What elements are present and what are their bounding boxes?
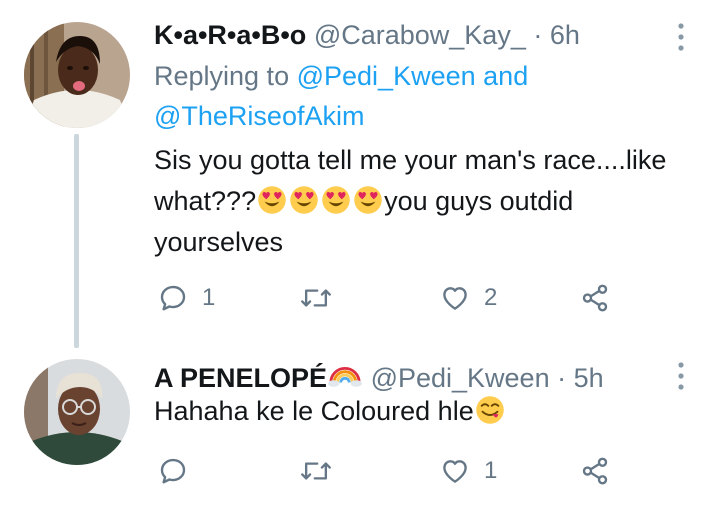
avatar[interactable]: [24, 359, 130, 465]
display-name[interactable]: A PENELOPÉ: [154, 363, 327, 393]
user-handle[interactable]: @Pedi_Kween: [371, 363, 550, 393]
heart-eyes-emoji: [289, 185, 319, 215]
tweet[interactable]: A PENELOPÉ @Pedi_Kween · 5h Hahaha ke le…: [0, 345, 720, 510]
emoji-run: [256, 186, 384, 216]
reply-icon: [160, 285, 186, 311]
tweet-header: K•a•R•a•B•o @Carabow_Kay_ · 6h: [154, 18, 580, 52]
face-savoring-food-emoji: [475, 395, 505, 425]
avatar[interactable]: [24, 22, 130, 128]
profile-photo: [24, 22, 130, 128]
like-count: 2: [484, 284, 498, 311]
more-vertical-icon[interactable]: [676, 361, 686, 391]
replying-to-label: Replying to: [154, 61, 290, 91]
retweet-icon: [301, 289, 331, 307]
replying-to: Replying to @Pedi_Kween and @TheRiseofAk…: [154, 56, 674, 136]
heart-eyes-emoji: [257, 185, 287, 215]
rainbow-icon: [328, 367, 363, 387]
share-button[interactable]: [580, 451, 610, 491]
timestamp[interactable]: 6h: [550, 20, 580, 50]
like-count: 1: [484, 457, 498, 484]
reply-icon: [160, 458, 186, 484]
tweet-actions: 1 2: [154, 278, 634, 318]
user-handle[interactable]: @Carabow_Kay_: [314, 20, 526, 50]
like-button[interactable]: 2: [440, 278, 497, 318]
profile-photo: [24, 359, 130, 465]
heart-eyes-emoji: [321, 185, 351, 215]
retweet-button[interactable]: [300, 278, 346, 318]
mention-joiner[interactable]: and: [483, 61, 528, 91]
reply-button[interactable]: [158, 451, 202, 491]
tweet-text: Sis you gotta tell me your man's race...…: [154, 140, 684, 263]
reply-count: 1: [202, 284, 216, 311]
mention-link[interactable]: @Pedi_Kween: [297, 61, 476, 91]
tweet[interactable]: K•a•R•a•B•o @Carabow_Kay_ · 6h Replying …: [0, 0, 720, 348]
separator-dot: ·: [533, 20, 543, 50]
thread-line: [74, 134, 79, 348]
retweet-icon: [301, 462, 331, 480]
tweet-text-part: Hahaha ke le Coloured hle: [154, 396, 474, 426]
retweet-button[interactable]: [300, 451, 346, 491]
share-icon: [582, 284, 608, 312]
tweet-text: Hahaha ke le Coloured hle: [154, 391, 684, 432]
share-icon: [582, 457, 608, 485]
heart-icon: [443, 460, 467, 483]
heart-icon: [443, 287, 467, 310]
tweet-actions: 1: [154, 451, 634, 491]
mention-link[interactable]: @TheRiseofAkim: [154, 101, 364, 131]
tweet-header: A PENELOPÉ @Pedi_Kween · 5h: [154, 361, 604, 395]
heart-eyes-emoji: [353, 185, 383, 215]
timestamp[interactable]: 5h: [574, 363, 604, 393]
reply-button[interactable]: 1: [158, 278, 215, 318]
more-vertical-icon[interactable]: [676, 22, 686, 52]
display-name[interactable]: K•a•R•a•B•o: [154, 20, 306, 50]
like-button[interactable]: 1: [440, 451, 497, 491]
share-button[interactable]: [580, 278, 610, 318]
separator-dot: ·: [557, 363, 567, 393]
